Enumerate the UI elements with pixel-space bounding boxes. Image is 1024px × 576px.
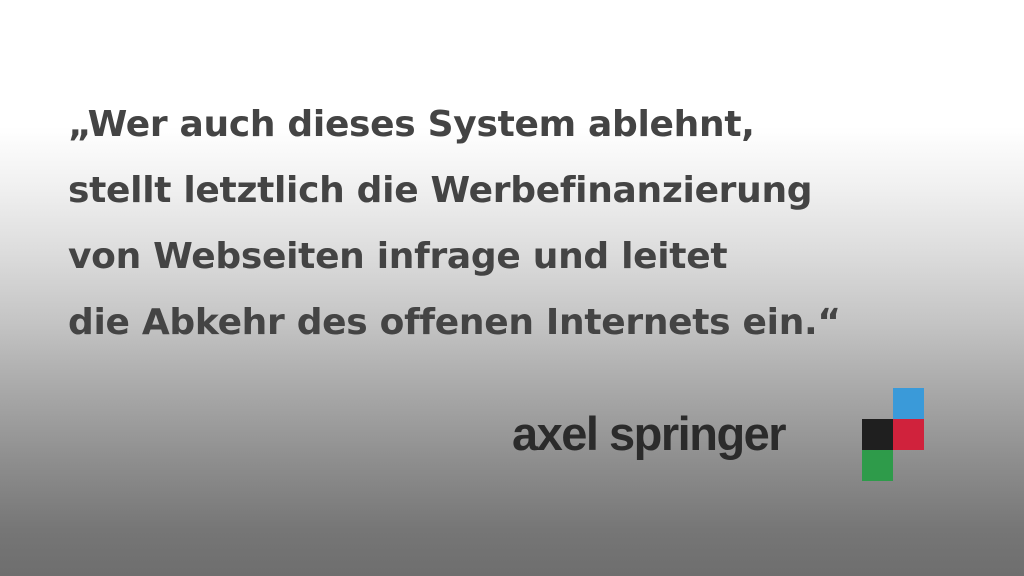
logo-blue-square <box>893 388 924 419</box>
quote-text: „Wer auch dieses System ablehnt, stellt … <box>68 92 968 356</box>
quote-line-3: von Webseiten infrage und leitet <box>68 236 728 277</box>
logo-wordmark: axel springer <box>512 407 787 460</box>
axel-springer-logo: axel springer <box>512 388 924 482</box>
logo-black-square <box>862 419 893 450</box>
logo-square-mark-icon <box>862 388 924 482</box>
quote-line-4: die Abkehr des offenen Internets ein.“ <box>68 302 841 343</box>
quote-line-2: stellt letztlich die Werbefinanzierung <box>68 170 813 211</box>
quote-line-1: „Wer auch dieses System ablehnt, <box>68 104 755 145</box>
logo-green-square <box>862 450 893 481</box>
logo-red-square <box>893 419 924 450</box>
